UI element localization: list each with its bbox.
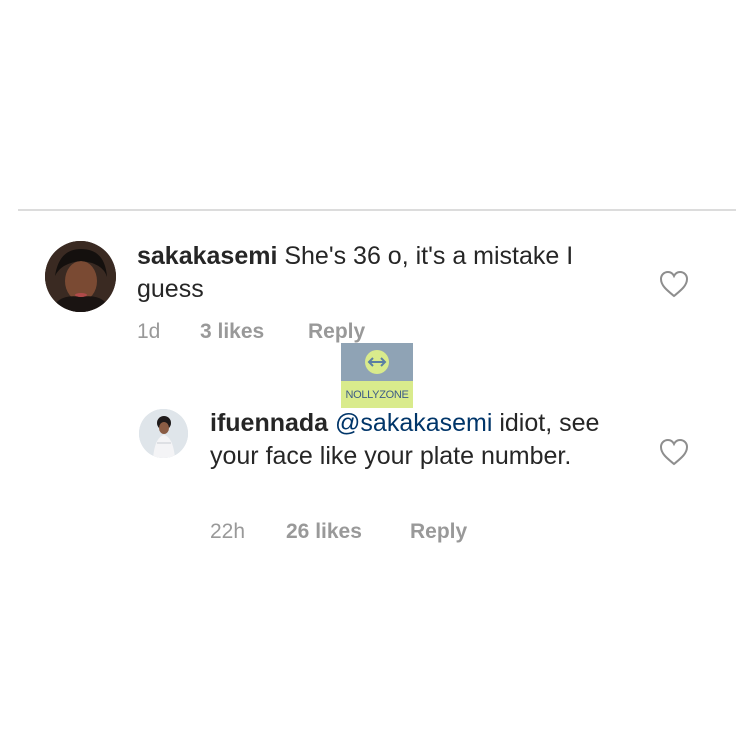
comment-username[interactable]: sakakasemi [137, 242, 277, 270]
reply-likes[interactable]: 26 likes [286, 520, 410, 544]
comment-body: sakakasemi She's 36 o, it's a mistake I … [137, 240, 607, 306]
avatar-sakakasemi[interactable] [45, 241, 116, 312]
divider [18, 209, 736, 211]
comment-meta: 1d 3 likes Reply [137, 320, 365, 344]
reply-button[interactable]: Reply [308, 320, 365, 344]
reply-button[interactable]: Reply [410, 520, 467, 544]
heart-icon[interactable] [659, 270, 689, 298]
reply-mention[interactable]: @sakakasemi [335, 409, 492, 437]
watermark-label: NOLLYZONE [341, 381, 413, 408]
reply-username[interactable]: ifuennada [210, 409, 328, 437]
watermark-logo-icon [365, 350, 389, 374]
avatar-image [139, 409, 188, 458]
comment-time: 1d [137, 320, 161, 343]
reply-body: ifuennada @sakakasemi idiot, see your fa… [210, 407, 630, 473]
avatar-ifuennada[interactable] [139, 409, 188, 458]
watermark-logo-top [341, 343, 413, 381]
heart-icon[interactable] [659, 438, 689, 466]
avatar-image [45, 241, 116, 312]
comment-likes[interactable]: 3 likes [200, 320, 308, 344]
reply-meta: 22h 26 likes Reply [210, 520, 467, 544]
watermark-logo: NOLLYZONE [341, 343, 413, 408]
reply-time: 22h [210, 520, 246, 543]
